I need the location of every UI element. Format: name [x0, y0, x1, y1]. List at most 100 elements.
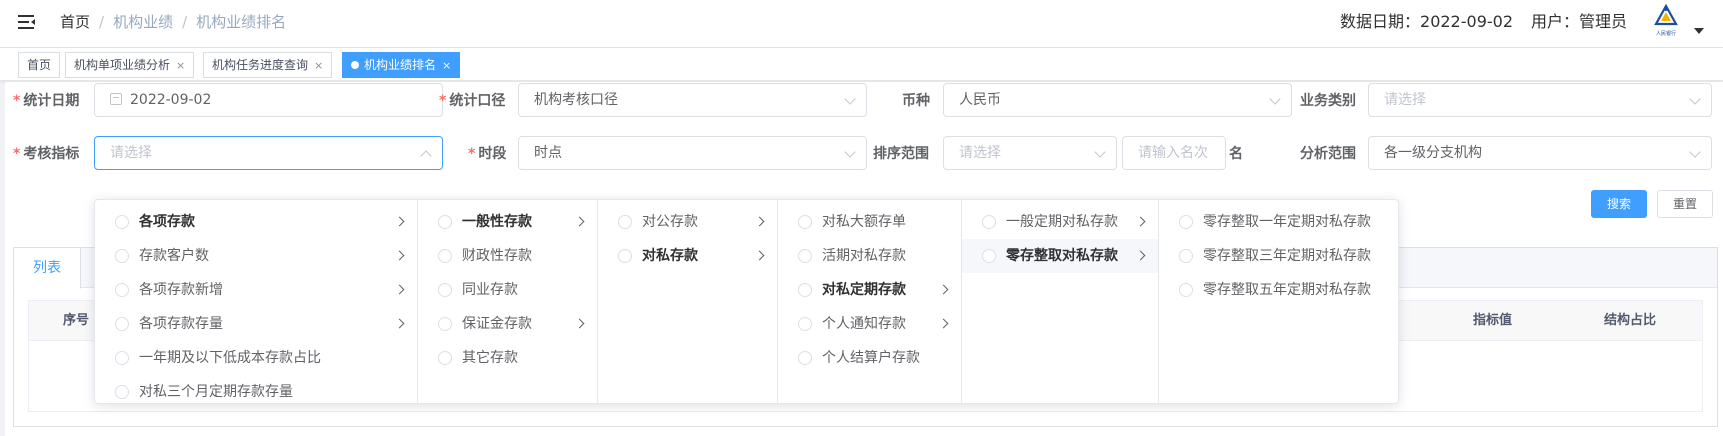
cascader-option-label: 一般性存款 — [462, 214, 532, 230]
cascader-option[interactable]: 一般定期对私存款 — [962, 205, 1158, 239]
period-select[interactable]: 时点 — [518, 136, 867, 170]
stat-date-picker[interactable]: 2022-09-02 — [94, 83, 443, 117]
radio-icon[interactable] — [115, 283, 129, 297]
chevron-down-icon — [844, 93, 856, 105]
stat-scope-label: * 统计口径 — [439, 93, 506, 109]
cascader-option[interactable]: 零存整取对私存款 — [962, 239, 1158, 273]
breadcrumb-item-home[interactable]: 首页 — [60, 13, 90, 31]
cascader-option[interactable]: 对私存款 — [598, 239, 777, 273]
search-button[interactable]: 搜索 — [1591, 190, 1647, 218]
radio-icon[interactable] — [1179, 215, 1193, 229]
radio-icon[interactable] — [115, 249, 129, 263]
cascader-option[interactable]: 对私三个月定期存款存量 — [95, 375, 417, 403]
cascader-option-label: 一年期及以下低成本存款占比 — [139, 350, 321, 366]
stat-scope-select[interactable]: 机构考核口径 — [518, 83, 867, 117]
radio-icon[interactable] — [115, 317, 129, 331]
col-indicator-value: 指标值 — [1473, 313, 1513, 328]
tag-org-ranking[interactable]: 机构业绩排名 × — [342, 52, 461, 78]
cascader-option-label: 零存整取一年定期对私存款 — [1203, 214, 1371, 230]
radio-icon[interactable] — [982, 215, 996, 229]
currency-select[interactable]: 人民币 — [943, 83, 1292, 117]
radio-icon[interactable] — [798, 317, 812, 331]
indicator-label: * 考核指标 — [13, 146, 80, 162]
tag-org-task-progress[interactable]: 机构任务进度查询 × — [203, 52, 333, 78]
calendar-icon — [110, 93, 122, 105]
cascader-option[interactable]: 零存整取五年定期对私存款 — [1159, 273, 1398, 307]
radio-icon[interactable] — [982, 249, 996, 263]
cascader-option[interactable]: 对公存款 — [598, 205, 777, 239]
rank-range-select[interactable]: 请选择 — [943, 136, 1117, 170]
cascader-option[interactable]: 个人结算户存款 — [778, 341, 961, 375]
cascader-option-label: 财政性存款 — [462, 248, 532, 264]
radio-icon[interactable] — [798, 249, 812, 263]
radio-icon[interactable] — [115, 215, 129, 229]
cascader-option[interactable]: 保证金存款 — [418, 307, 597, 341]
cascader-option-label: 其它存款 — [462, 350, 518, 366]
radio-icon[interactable] — [1179, 249, 1193, 263]
radio-icon[interactable] — [438, 283, 452, 297]
cascader-option[interactable]: 活期对私存款 — [778, 239, 961, 273]
radio-icon[interactable] — [1179, 283, 1193, 297]
chevron-down-icon — [1094, 146, 1106, 158]
cascader-option[interactable]: 同业存款 — [418, 273, 597, 307]
tab-list[interactable]: 列表 — [13, 247, 81, 289]
cascader-option[interactable]: 各项存款 — [95, 205, 417, 239]
close-icon[interactable]: × — [176, 59, 185, 72]
radio-icon[interactable] — [438, 249, 452, 263]
cascader-option[interactable]: 一般性存款 — [418, 205, 597, 239]
breadcrumb-item-org-performance[interactable]: 机构业绩 — [113, 13, 173, 31]
radio-icon[interactable] — [438, 215, 452, 229]
cascader-option[interactable]: 各项存款新增 — [95, 273, 417, 307]
chevron-down-icon — [844, 146, 856, 158]
chevron-right-icon — [574, 216, 585, 227]
indicator-cascader-panel: 各项存款 存款客户数 各项存款新增 各项存款存量一年期及以下低成本存款占比 对私三个月定… — [94, 199, 1399, 404]
bank-logo[interactable]: 人民银行 — [1649, 3, 1683, 40]
chevron-up-icon — [420, 150, 432, 162]
radio-icon[interactable] — [618, 215, 632, 229]
close-icon[interactable]: × — [314, 59, 323, 72]
radio-icon[interactable] — [115, 351, 129, 365]
cascader-option[interactable]: 零存整取一年定期对私存款 — [1159, 205, 1398, 239]
cascader-option[interactable]: 其它存款 — [418, 341, 597, 375]
radio-icon[interactable] — [115, 385, 129, 399]
radio-icon[interactable] — [798, 215, 812, 229]
radio-icon[interactable] — [798, 351, 812, 365]
cascader-option[interactable]: 个人通知存款 — [778, 307, 961, 341]
breadcrumb-item-org-ranking: 机构业绩排名 — [196, 13, 287, 31]
indicator-cascader[interactable]: 请选择 — [94, 136, 443, 170]
rank-suffix: 名 — [1229, 146, 1243, 162]
radio-icon[interactable] — [438, 351, 452, 365]
chevron-right-icon — [938, 318, 949, 329]
hamburger-menu-icon[interactable] — [18, 13, 36, 31]
cascader-option[interactable]: 财政性存款 — [418, 239, 597, 273]
cascader-option[interactable]: 一年期及以下低成本存款占比 — [95, 341, 417, 375]
cascader-option-label: 对私三个月定期存款存量 — [139, 384, 293, 400]
tag-org-single-analysis[interactable]: 机构单项业绩分析 × — [65, 52, 195, 78]
biz-type-select[interactable]: 请选择 — [1368, 83, 1712, 117]
radio-icon[interactable] — [438, 317, 452, 331]
chevron-right-icon — [1135, 216, 1146, 227]
currency-label: 币种 — [902, 93, 930, 109]
radio-icon[interactable] — [618, 249, 632, 263]
cascader-option-label: 同业存款 — [462, 282, 518, 298]
active-dot-icon — [351, 61, 359, 69]
reset-button[interactable]: 重置 — [1657, 190, 1713, 218]
cascader-option-label: 活期对私存款 — [822, 248, 906, 264]
tag-home[interactable]: 首页 — [18, 52, 61, 78]
rank-range-label: 排序范围 — [873, 146, 929, 162]
rank-number-input[interactable]: 请输入名次 — [1122, 136, 1226, 170]
user-dropdown-caret-icon[interactable] — [1694, 28, 1704, 34]
radio-icon[interactable] — [798, 283, 812, 297]
close-icon[interactable]: × — [442, 59, 451, 72]
cascader-column-5: 一般定期对私存款 零存整取对私存款 — [962, 200, 1159, 403]
svg-text:人民银行: 人民银行 — [1656, 30, 1676, 37]
cascader-option[interactable]: 存款客户数 — [95, 239, 417, 273]
chevron-right-icon — [394, 216, 405, 227]
cascader-option[interactable]: 各项存款存量 — [95, 307, 417, 341]
col-structure-ratio: 结构占比 — [1604, 313, 1657, 328]
cascader-option[interactable]: 零存整取三年定期对私存款 — [1159, 239, 1398, 273]
chevron-down-icon — [1689, 146, 1701, 158]
cascader-option[interactable]: 对私大额存单 — [778, 205, 961, 239]
cascader-option[interactable]: 对私定期存款 — [778, 273, 961, 307]
analysis-range-select[interactable]: 各一级分支机构 — [1368, 136, 1712, 170]
